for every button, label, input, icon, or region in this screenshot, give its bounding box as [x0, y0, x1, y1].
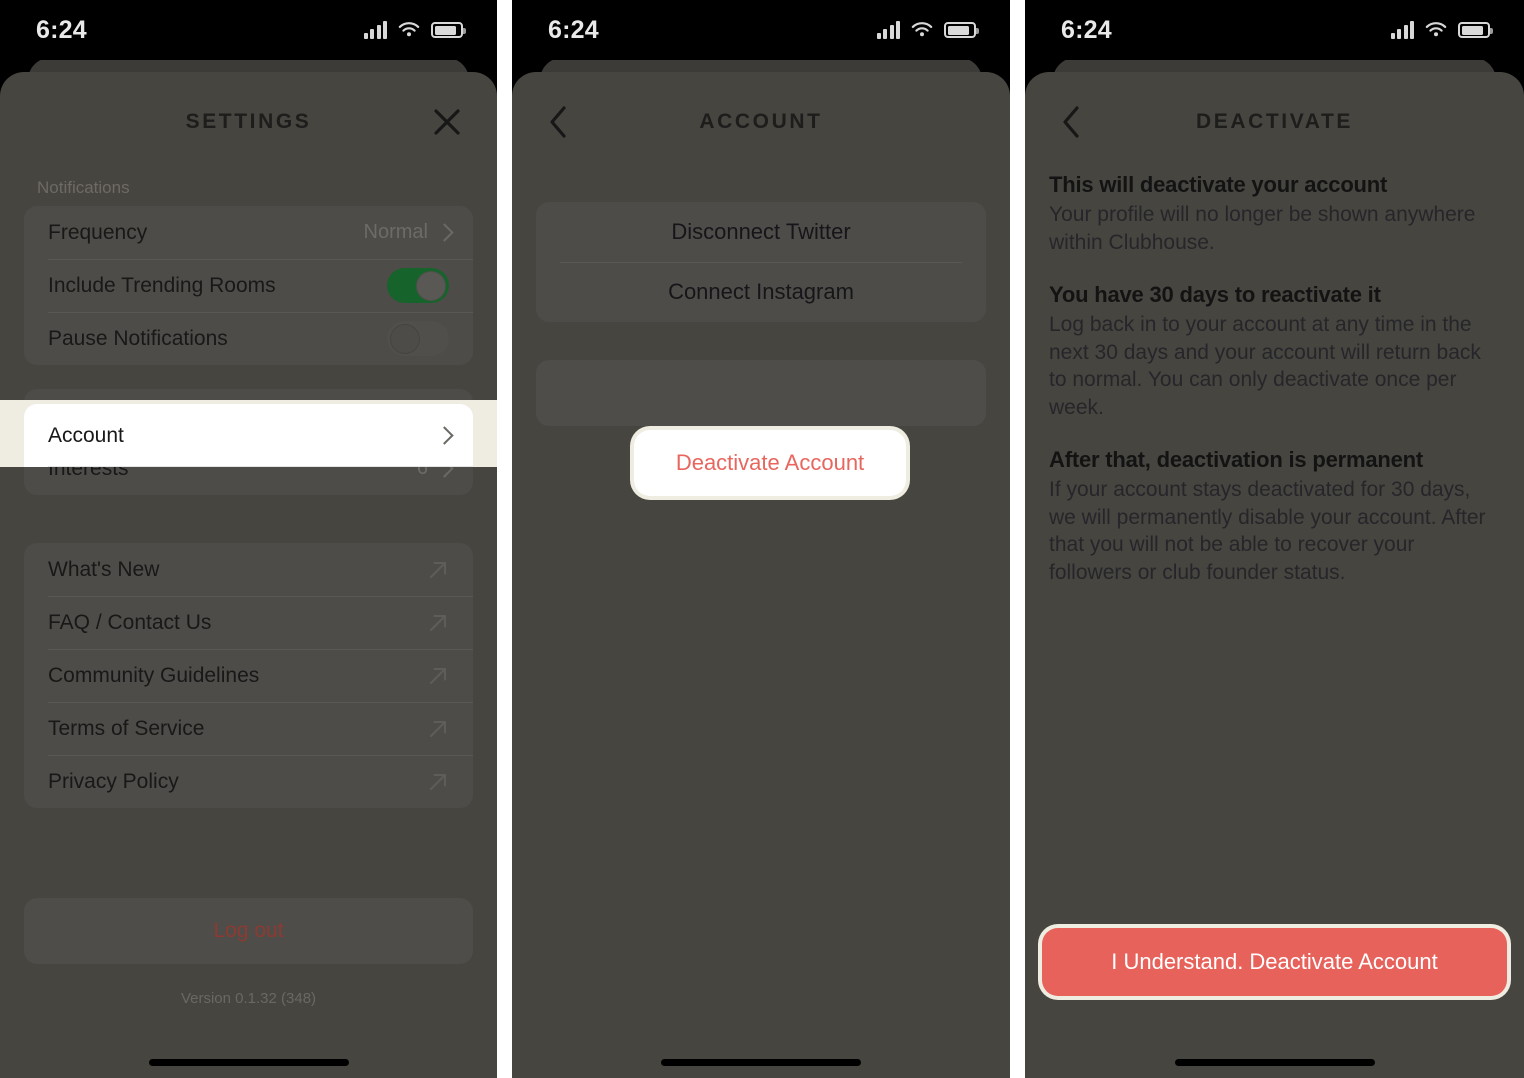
deactivate-cta-highlight: I Understand. Deactivate Account: [1038, 924, 1511, 1000]
cellular-bars-icon: [876, 21, 900, 39]
paragraph-heading: After that, deactivation is permanent: [1049, 447, 1424, 472]
status-bar-icons: [876, 21, 979, 39]
paragraph-heading: This will deactivate your account: [1049, 172, 1388, 197]
paragraph-body: Your profile will no longer be shown any…: [1049, 203, 1476, 254]
settings-row-faq-contact-us[interactable]: FAQ / Contact Us: [24, 596, 473, 649]
settings-row-pause-notifications[interactable]: Pause Notifications: [24, 312, 473, 365]
deactivate-paragraph: After that, deactivation is permanent If…: [1049, 447, 1500, 586]
screenshot-triptych: 6:24 SETTINGS Notifications Frequency No…: [0, 0, 1524, 1078]
status-bar: 6:24: [1025, 0, 1524, 60]
connect-instagram-button[interactable]: Connect Instagram: [536, 262, 986, 322]
external-link-icon: [427, 718, 449, 740]
log-out-button[interactable]: Log out: [24, 898, 473, 964]
home-indicator: [661, 1059, 861, 1066]
status-bar-time: 6:24: [548, 15, 599, 44]
deactivate-paragraph: You have 30 days to reactivate it Log ba…: [1049, 282, 1500, 421]
external-link-icon: [427, 771, 449, 793]
deactivate-sheet: DEACTIVATE This will deactivate your acc…: [1025, 72, 1524, 1078]
page-title: ACCOUNT: [699, 110, 823, 133]
battery-icon: [431, 22, 466, 38]
paragraph-heading: You have 30 days to reactivate it: [1049, 282, 1381, 307]
toggle-include-trending-rooms[interactable]: [387, 268, 449, 303]
phone-screen-deactivate: 6:24 DEACTIVATE This will deactivate you…: [1025, 0, 1524, 1078]
home-indicator: [1174, 1059, 1375, 1066]
deactivate-explanation: This will deactivate your account Your p…: [1025, 172, 1524, 586]
cellular-bars-icon: [1390, 21, 1414, 39]
settings-row-whats-new[interactable]: What's New: [24, 543, 473, 596]
settings-row-frequency[interactable]: Frequency Normal: [24, 206, 473, 259]
home-indicator: [148, 1059, 349, 1066]
external-link-icon: [427, 665, 449, 687]
status-bar-icons: [363, 21, 466, 39]
deactivate-account-button[interactable]: Deactivate Account: [634, 430, 906, 496]
paragraph-body: Log back in to your account at any time …: [1049, 313, 1481, 419]
close-icon[interactable]: [427, 102, 467, 142]
wifi-icon: [397, 21, 421, 39]
status-bar-icons: [1390, 21, 1493, 39]
status-bar: 6:24: [512, 0, 1010, 60]
social-connections-card: Disconnect Twitter Connect Instagram: [536, 202, 986, 322]
settings-row-account[interactable]: Account: [24, 404, 473, 467]
chevron-left-icon[interactable]: [538, 102, 578, 142]
deactivate-paragraph: This will deactivate your account Your p…: [1049, 172, 1500, 256]
app-version-label: Version 0.1.32 (348): [180, 990, 317, 1007]
external-link-icon: [427, 612, 449, 634]
phone-screen-settings: 6:24 SETTINGS Notifications Frequency No…: [0, 0, 497, 1078]
row-label: FAQ / Contact Us: [48, 610, 212, 634]
external-link-icon: [427, 559, 449, 581]
disconnect-twitter-button[interactable]: Disconnect Twitter: [536, 202, 986, 262]
row-label: Pause Notifications: [48, 326, 228, 350]
row-label: Frequency: [48, 220, 148, 244]
account-nav-bar: ACCOUNT: [512, 72, 1010, 172]
row-label: Privacy Policy: [48, 769, 179, 793]
settings-content: Notifications Frequency Normal Include T…: [0, 178, 497, 1007]
wifi-icon: [1424, 21, 1448, 39]
notifications-card: Frequency Normal Include Trending Rooms …: [24, 206, 473, 365]
chevron-right-icon: [438, 426, 449, 445]
frequency-value: Normal: [363, 221, 428, 243]
panel-divider-1: [497, 0, 512, 1078]
toggle-pause-notifications[interactable]: [387, 321, 449, 356]
row-label: What's New: [48, 557, 160, 581]
row-label: Account: [48, 423, 124, 447]
page-title: SETTINGS: [185, 110, 312, 133]
toggle-knob: [416, 270, 446, 301]
page-title: DEACTIVATE: [1195, 110, 1354, 133]
settings-nav-bar: SETTINGS: [0, 72, 497, 172]
deactivate-account-card: [536, 360, 986, 426]
status-bar-time: 6:24: [36, 15, 87, 44]
account-content: Disconnect Twitter Connect Instagram: [512, 172, 1010, 426]
settings-row-terms-of-service[interactable]: Terms of Service: [24, 702, 473, 755]
links-card: What's New FAQ / Contact Us Community Gu…: [24, 543, 473, 808]
chevron-left-icon[interactable]: [1051, 102, 1091, 142]
settings-row-include-trending-rooms[interactable]: Include Trending Rooms: [24, 259, 473, 312]
i-understand-deactivate-account-button[interactable]: I Understand. Deactivate Account: [1042, 928, 1507, 996]
section-label-notifications: Notifications: [37, 178, 130, 197]
settings-row-community-guidelines[interactable]: Community Guidelines: [24, 649, 473, 702]
panel-divider-2: [1010, 0, 1025, 1078]
settings-sheet: SETTINGS Notifications Frequency Normal …: [0, 72, 497, 1078]
battery-icon: [1458, 22, 1493, 38]
phone-screen-account: 6:24 ACCOUNT Disconnect Twitter Connect …: [512, 0, 1010, 1078]
status-bar: 6:24: [0, 0, 497, 60]
wifi-icon: [910, 21, 934, 39]
battery-icon: [944, 22, 979, 38]
row-label: Community Guidelines: [48, 663, 260, 687]
paragraph-body: If your account stays deactivated for 30…: [1049, 478, 1486, 584]
deactivate-account-highlight: Deactivate Account: [630, 426, 910, 500]
settings-row-privacy-policy[interactable]: Privacy Policy: [24, 755, 473, 808]
status-bar-time: 6:24: [1061, 15, 1112, 44]
row-label: Terms of Service: [48, 716, 205, 740]
account-sheet: ACCOUNT Disconnect Twitter Connect Insta…: [512, 72, 1010, 1078]
row-label: Include Trending Rooms: [48, 273, 276, 297]
toggle-knob: [389, 323, 420, 354]
cellular-bars-icon: [363, 21, 387, 39]
deactivate-nav-bar: DEACTIVATE: [1025, 72, 1524, 172]
chevron-right-icon: [438, 223, 449, 242]
